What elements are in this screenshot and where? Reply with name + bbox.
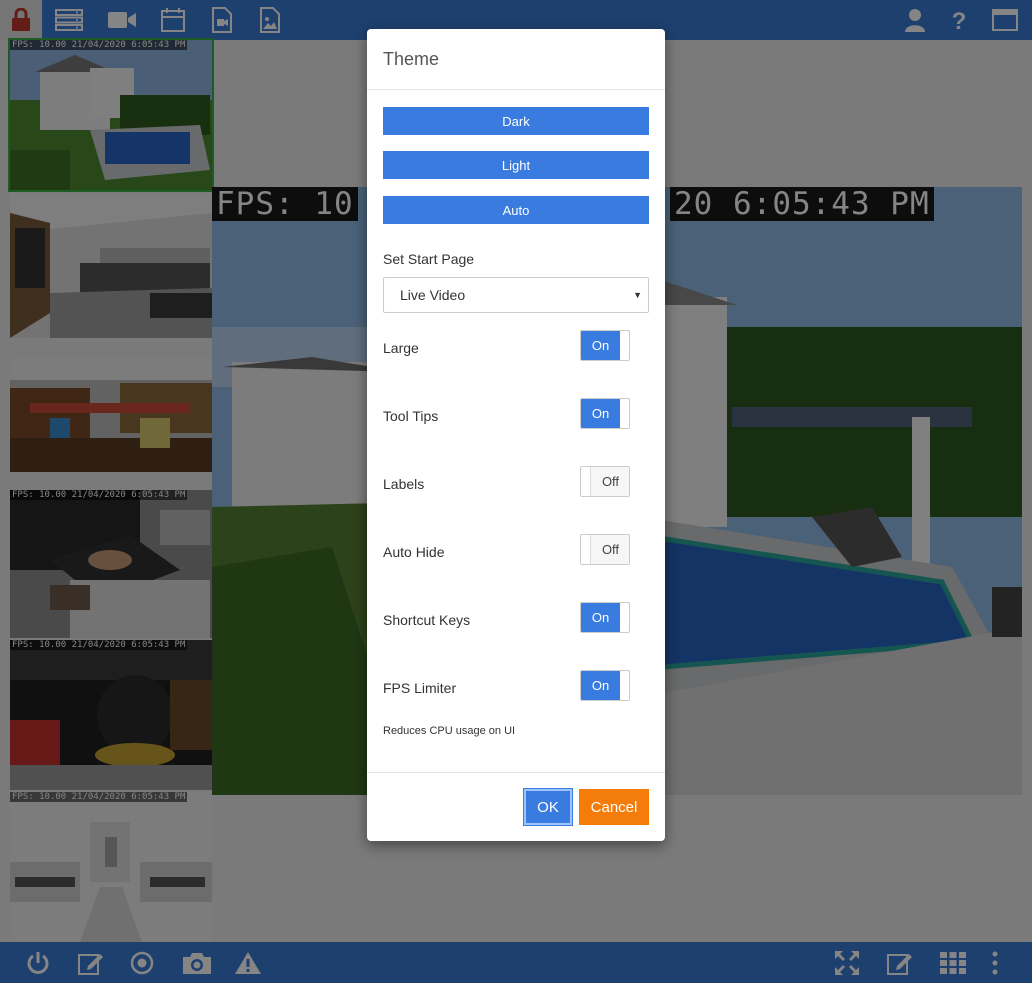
fps-limiter-hint: Reduces CPU usage on UI (383, 725, 516, 737)
toggle-state: On (581, 603, 620, 632)
labels-toggle[interactable]: Off (580, 466, 630, 497)
dialog-title: Theme (383, 49, 440, 69)
chevron-down-icon: ▼ (633, 290, 642, 300)
cancel-button[interactable]: Cancel (579, 789, 649, 825)
auto-hide-toggle[interactable]: Off (580, 534, 630, 565)
auto-theme-button[interactable]: Auto (383, 196, 649, 224)
large-toggle[interactable]: On (580, 330, 630, 361)
shortcut-keys-toggle[interactable]: On (580, 602, 630, 633)
start-page-label: Set Start Page (383, 251, 475, 267)
dialog-divider (367, 89, 665, 90)
toggle-state: Off (601, 542, 620, 557)
toggle-state: On (581, 671, 620, 700)
labels-label: Labels (383, 476, 425, 492)
tool-tips-toggle[interactable]: On (580, 398, 630, 429)
ok-button[interactable]: OK (524, 789, 572, 825)
tool-tips-label: Tool Tips (383, 408, 439, 424)
start-page-select[interactable]: Live Video ▼ (383, 277, 649, 313)
auto-hide-label: Auto Hide (383, 544, 445, 560)
toggle-state: On (581, 399, 620, 428)
dialog-divider (367, 772, 665, 773)
fps-limiter-toggle[interactable]: On (580, 670, 630, 701)
start-page-value: Live Video (400, 287, 466, 303)
toggle-state: Off (601, 474, 620, 489)
theme-settings-dialog: Theme Dark Light Auto Set Start Page Liv… (367, 29, 665, 841)
shortcut-keys-label: Shortcut Keys (383, 612, 471, 628)
light-theme-button[interactable]: Light (383, 151, 649, 179)
large-label: Large (383, 340, 419, 356)
toggle-state: On (581, 331, 620, 360)
fps-limiter-label: FPS Limiter (383, 680, 457, 696)
dark-theme-button[interactable]: Dark (383, 107, 649, 135)
